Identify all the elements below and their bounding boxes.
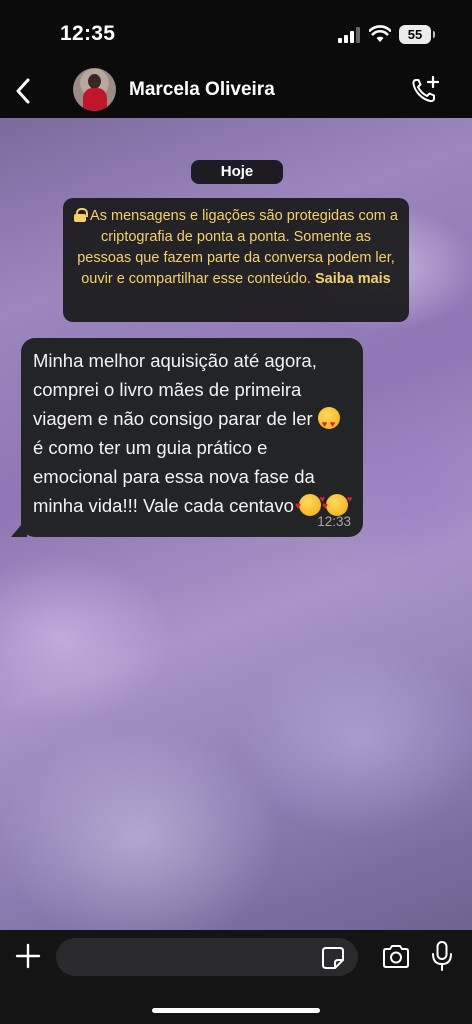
smiling-hearts-emoji-icon: [322, 485, 352, 521]
plus-icon[interactable]: [14, 942, 42, 970]
add-call-button[interactable]: [408, 74, 442, 108]
learn-more-link[interactable]: Saiba mais: [315, 271, 391, 287]
heart-eyes-emoji-icon: [317, 407, 340, 439]
status-time: 12:35: [60, 22, 116, 45]
encryption-notice[interactable]: As mensagens e ligações são protegidas c…: [63, 198, 409, 322]
contact-name[interactable]: Marcela Oliveira: [129, 79, 275, 101]
message-text-part: Minha melhor aquisição até agora, compre…: [33, 350, 318, 429]
status-bar: 12:35 55: [0, 0, 472, 66]
camera-icon[interactable]: [381, 944, 411, 970]
avatar[interactable]: [73, 68, 116, 111]
wifi-icon: [369, 25, 391, 42]
message-text-part: é como ter um guia prático e emocional p…: [33, 437, 315, 516]
chevron-left-icon: [16, 78, 30, 104]
sticker-icon[interactable]: [321, 946, 345, 970]
message-timestamp: 12:33: [317, 514, 351, 529]
message-text: Minha melhor aquisição até agora, compre…: [33, 346, 352, 521]
microphone-icon[interactable]: [430, 940, 454, 972]
home-indicator[interactable]: [152, 1008, 320, 1013]
lock-icon: [74, 208, 89, 222]
battery-icon: 55: [399, 25, 435, 44]
incoming-message[interactable]: Minha melhor aquisição até agora, compre…: [21, 338, 363, 537]
chat-screen: 12:35 55 Marcela Oliveira Hoje As mensag…: [0, 0, 472, 1024]
battery-level: 55: [407, 27, 423, 42]
phone-plus-icon: [412, 75, 440, 103]
input-bar: [0, 930, 472, 1024]
smiling-hearts-emoji-icon: [295, 485, 325, 521]
date-separator: Hoje: [191, 160, 283, 184]
cellular-signal-icon: [338, 27, 362, 43]
back-button[interactable]: [8, 76, 38, 106]
message-input[interactable]: [56, 938, 358, 976]
chat-header: Marcela Oliveira: [0, 66, 472, 118]
